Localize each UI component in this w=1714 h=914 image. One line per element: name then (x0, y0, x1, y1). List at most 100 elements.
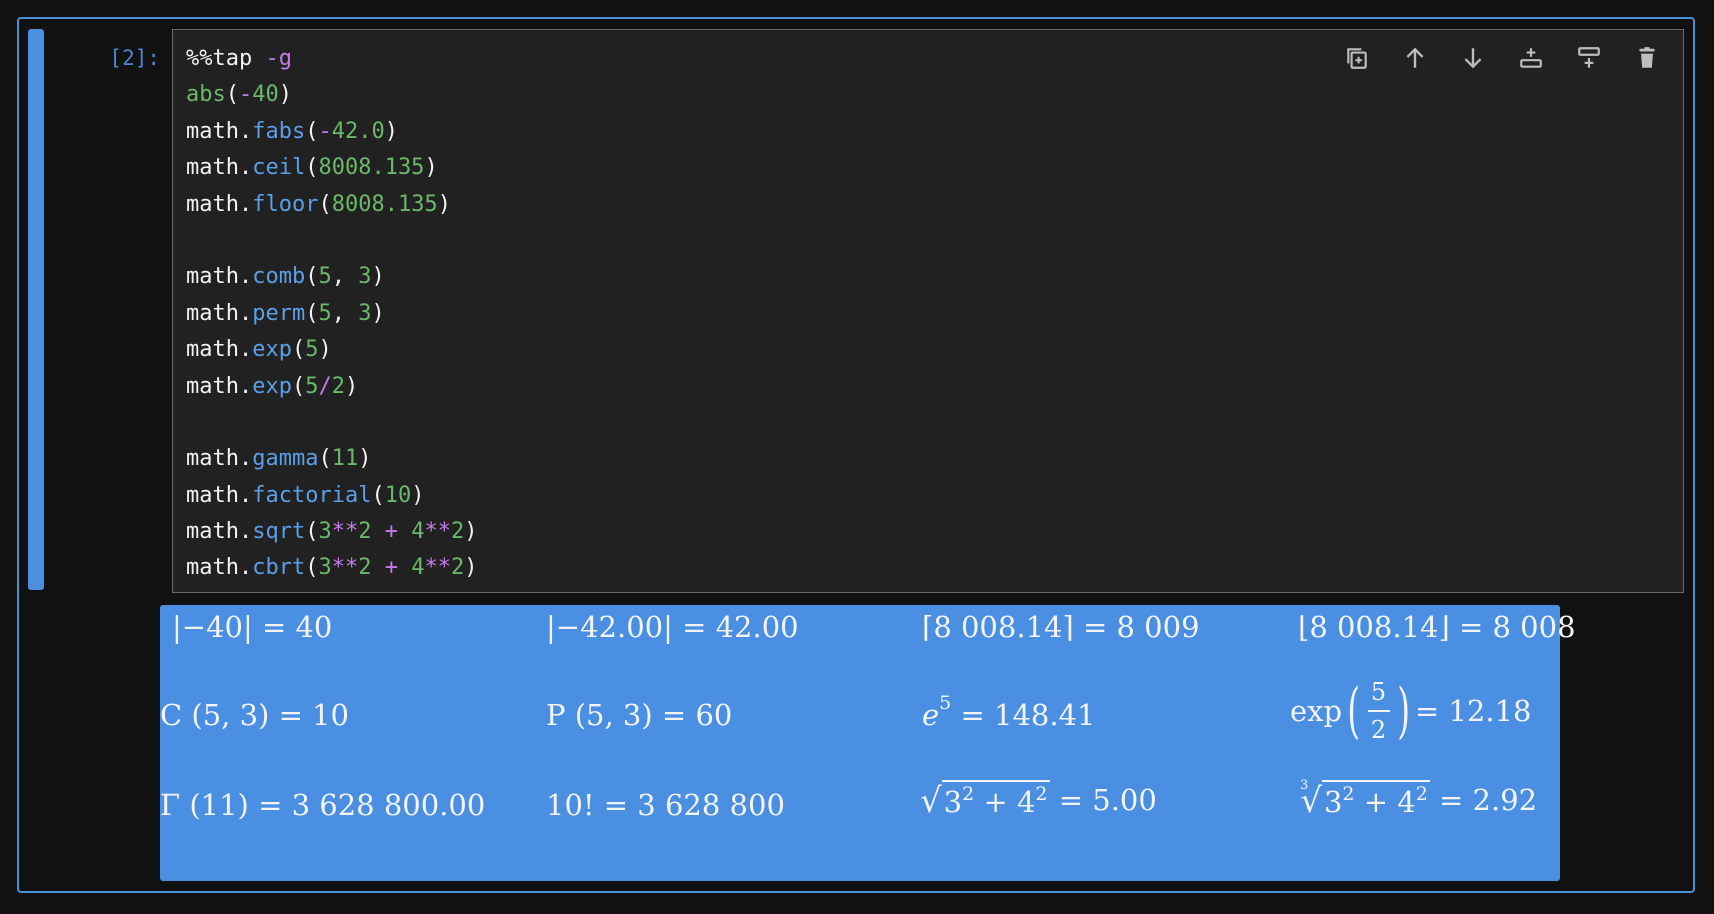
code-token: fabs (252, 118, 306, 144)
radicand-b: 4 (1016, 785, 1036, 819)
code-line[interactable] (186, 405, 477, 441)
insert-above-button[interactable] (1509, 40, 1553, 76)
code-token: ( (305, 300, 319, 326)
code-token: ) (318, 337, 332, 363)
code-token: ** (424, 519, 451, 545)
sqrt-rhs: = 5.00 (1058, 782, 1157, 817)
code-token: 8008.135 (331, 191, 438, 217)
code-token: 40 (252, 82, 279, 108)
move-down-icon (1464, 48, 1482, 69)
code-token: 2 (331, 373, 345, 399)
radicand-b: 4 (1397, 785, 1416, 819)
code-line[interactable]: math.exp(5) (186, 332, 477, 368)
exp52-fn: exp (1290, 694, 1343, 728)
output-ceil: ⌈8 008.14⌉ = 8 009 (922, 610, 1200, 644)
code-token: math. (186, 373, 253, 399)
code-token: - (239, 82, 253, 108)
code-token: sqrt (252, 519, 306, 545)
code-line[interactable]: math.fabs(-42.0) (186, 114, 477, 150)
gamma-lhs: Γ (11) (160, 788, 249, 822)
plus-sign: + (983, 785, 1008, 819)
radical-sign: √ (920, 781, 942, 821)
code-token: -g (265, 46, 292, 71)
cbrt-rhs: = 2.92 (1439, 782, 1538, 817)
duplicate-button[interactable] (1335, 40, 1379, 76)
code-token: ) (437, 191, 451, 217)
code-token: 4 (411, 519, 425, 545)
code-token: ) (278, 82, 292, 108)
delete-button[interactable] (1625, 40, 1669, 76)
code-token: comb (252, 264, 306, 290)
code-line[interactable]: math.ceil(8008.135) (186, 150, 477, 186)
abs-rhs: = 40 (261, 610, 333, 644)
input-collapser[interactable] (28, 29, 44, 590)
code-token: 5 (305, 373, 319, 399)
code-token: 3 (358, 300, 372, 326)
code-token: floor (252, 191, 319, 217)
output-exp5: e5 = 148.41 (922, 692, 1095, 732)
code-token: ( (225, 82, 239, 108)
code-line[interactable]: math.gamma(11) (186, 441, 477, 477)
sqrt-radical: √ 32 + 42 (920, 780, 1050, 819)
code-token: ) (464, 555, 478, 581)
move-up-button[interactable] (1393, 40, 1437, 76)
code-line[interactable]: math.factorial(10) (186, 478, 477, 514)
output-exp52: exp ( 5 2 ) = 12.18 (1290, 678, 1531, 744)
code-token: ) (358, 446, 372, 472)
radicand-a-exp: 2 (962, 783, 975, 805)
output-perm: P (5, 3) = 60 (546, 698, 732, 732)
code-line[interactable]: math.sqrt(3**2 + 4**2) (186, 514, 477, 550)
radicand: 32 + 42 (941, 780, 1050, 819)
code-token: perm (252, 300, 306, 326)
code-line[interactable]: math.exp(5/2) (186, 369, 477, 405)
code-token: math. (186, 118, 253, 144)
code-token: math. (186, 337, 253, 363)
code-line[interactable] (186, 223, 477, 259)
code-token: 3 (358, 264, 372, 290)
plus-sign: + (1363, 785, 1389, 819)
exp52-rhs: = 12.18 (1414, 694, 1532, 728)
cell-output: |−40| = 40 |−42.00| = 42.00 ⌈8 008.14⌉ =… (160, 600, 1576, 880)
code-token: ** (331, 555, 359, 581)
code-token: ) (464, 519, 478, 545)
code-line[interactable]: math.cbrt(3**2 + 4**2) (186, 550, 477, 586)
code-token: / (318, 373, 332, 399)
code-line[interactable]: %%tap -g (186, 41, 477, 77)
code-line[interactable]: abs(-40) (186, 77, 477, 113)
output-cbrt: 3 √ 32 + 42 = 2.92 (1298, 778, 1538, 819)
code-token: math. (186, 264, 253, 290)
code-token: ** (424, 555, 451, 581)
fraction: 5 2 (1367, 678, 1390, 744)
code-token: 2 (450, 519, 465, 545)
code-token: 10 (384, 482, 412, 508)
fraction-bar (1367, 710, 1390, 712)
code-token: ( (318, 191, 332, 217)
code-line[interactable]: math.comb(5, 3) (186, 259, 477, 295)
output-comb: C (5, 3) = 10 (160, 698, 349, 732)
code-token: ( (291, 337, 306, 363)
radicand: 32 + 42 (1321, 780, 1430, 819)
code-token: cbrt (252, 555, 306, 581)
exp5-base: e (922, 698, 940, 732)
code-token: , (331, 264, 359, 290)
abs-lhs: |−40| (172, 610, 253, 644)
radicand-a: 3 (943, 785, 963, 819)
code-line[interactable]: math.perm(5, 3) (186, 296, 477, 332)
move-down-button[interactable] (1451, 40, 1495, 76)
code-token: 2 (450, 555, 465, 581)
code-token: 3 (318, 555, 332, 581)
code-editor[interactable]: %%tap -g abs(-40) math.fabs(-42.0) math.cei… (172, 29, 1684, 593)
delete-icon (1639, 47, 1655, 68)
code-token: exp (252, 373, 292, 399)
code-token: - (318, 118, 332, 144)
code-content[interactable]: %%tap -g abs(-40) math.fabs(-42.0) math.cei… (186, 41, 477, 587)
code-token: + (371, 555, 412, 581)
code-token: math. (186, 482, 253, 508)
output-sqrt: √ 32 + 42 = 5.00 (920, 780, 1157, 819)
cell-toolbar (1335, 40, 1669, 76)
fabs-rhs: = 42.00 (682, 610, 799, 644)
code-token: ) (424, 155, 438, 181)
insert-below-button[interactable] (1567, 40, 1611, 76)
code-line[interactable]: math.floor(8008.135) (186, 187, 477, 223)
code-token: ( (305, 118, 319, 144)
